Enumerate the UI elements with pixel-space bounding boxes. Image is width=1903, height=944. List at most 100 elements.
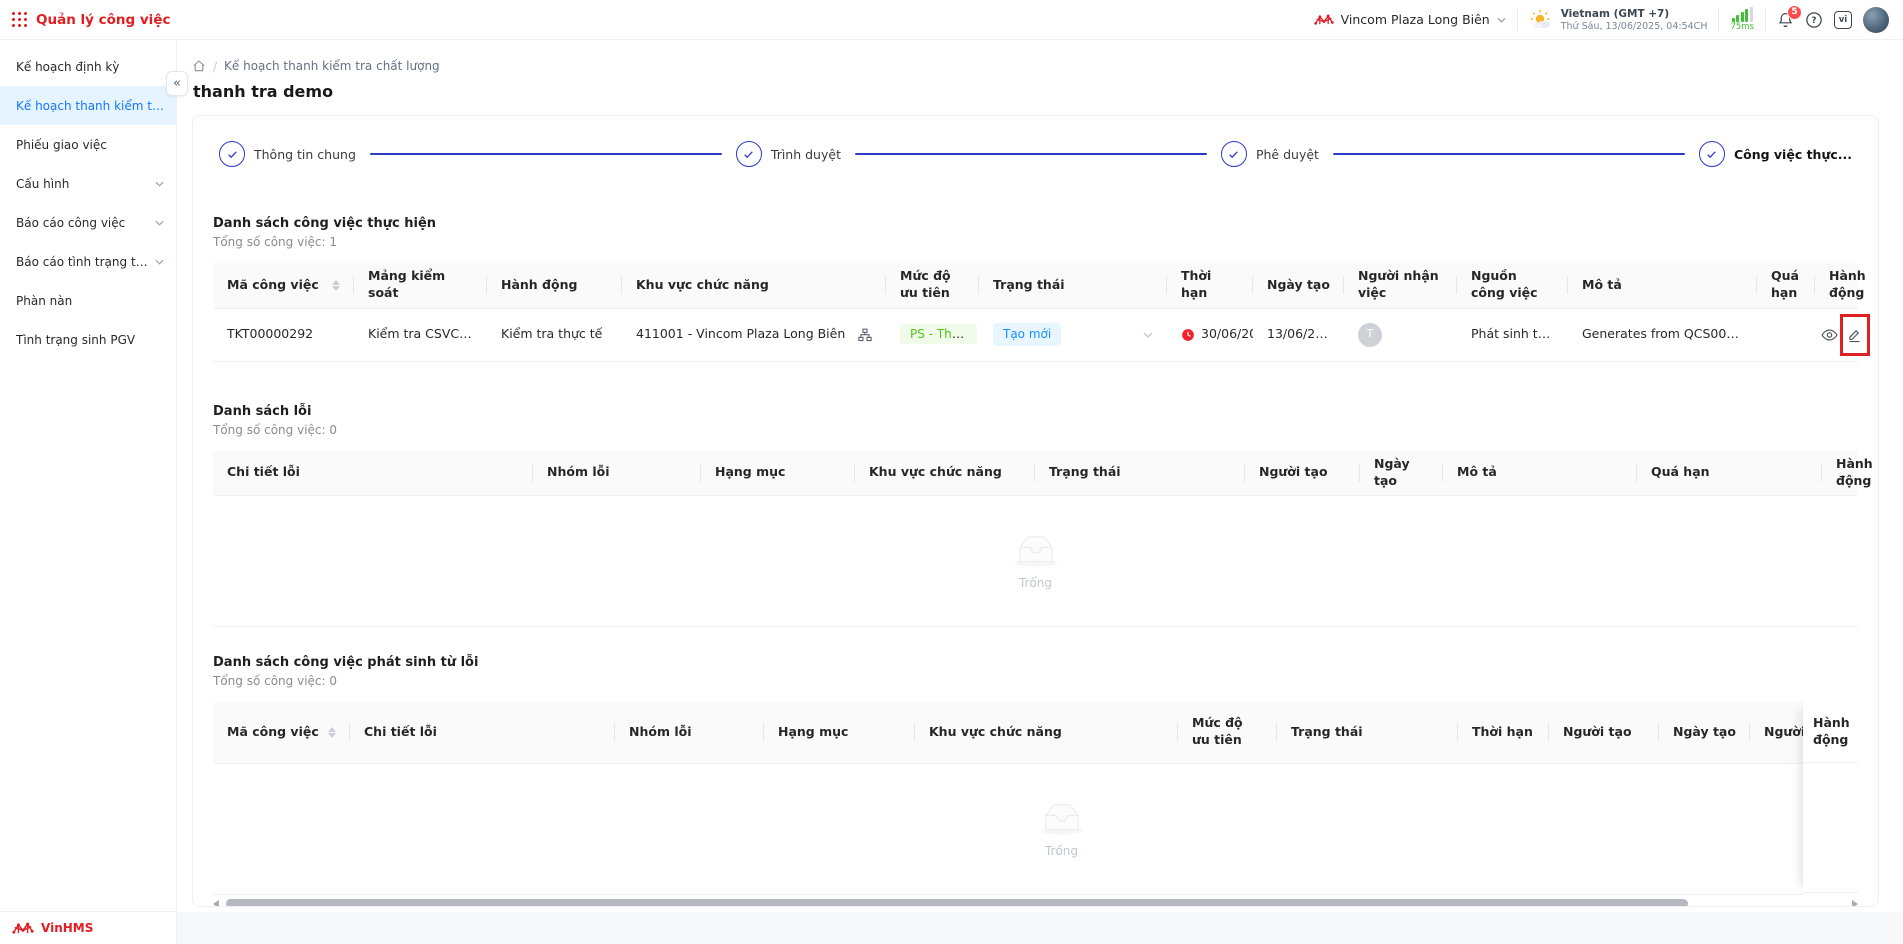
status-badge[interactable]: Tạo mới — [993, 323, 1061, 345]
check-circle-icon — [219, 141, 245, 167]
app-menu-grid-icon[interactable] — [12, 12, 27, 27]
question-circle-icon: ? — [1805, 11, 1823, 29]
col-ma-cong-viec[interactable]: Mã công việc — [213, 702, 350, 763]
col-ngay-tao: Ngày tạo — [1253, 263, 1344, 308]
col-actions: Hành động — [1822, 451, 1858, 496]
empty-inbox-icon — [1036, 798, 1088, 836]
vinhms-logo-icon — [12, 920, 34, 937]
cell-status: Tạo mới — [979, 308, 1167, 361]
cell-assignee: T — [1344, 308, 1457, 361]
chevron-down-icon — [1497, 17, 1506, 23]
col-mo-ta: Mô tả — [1443, 451, 1637, 496]
section-title: Danh sách lỗi — [213, 404, 1858, 419]
cell-created-date: 13/06/2025 — [1253, 308, 1344, 361]
empty-state: Trống — [213, 496, 1858, 626]
home-icon[interactable] — [192, 59, 206, 73]
overdue-clock-icon — [1181, 328, 1195, 342]
sidebar-item-bao-cao-cong-viec[interactable]: Báo cáo công việc — [0, 203, 176, 242]
assignee-avatar[interactable]: T — [1358, 323, 1382, 347]
col-qua-han: Quá hạn — [1757, 263, 1815, 308]
check-circle-icon — [1699, 141, 1725, 167]
col-nguoi-tao: Người tạo — [1245, 451, 1360, 496]
empty-label: Trống — [1019, 575, 1052, 591]
step-trinh-duyet[interactable]: Trình duyệt — [736, 141, 841, 167]
col-mo-ta: Mô tả — [1568, 263, 1757, 308]
col-nguon-cong-viec: Nguồn công việc — [1457, 263, 1568, 308]
priority-badge: PS - Thấp — [900, 324, 977, 344]
sitemap-icon[interactable] — [858, 328, 872, 342]
empty-label: Trống — [1045, 843, 1078, 859]
tasks-table: Mã công việc Mảng kiểm soát Hành động Kh… — [213, 263, 1858, 362]
view-eye-icon[interactable] — [1821, 328, 1838, 342]
cell-overdue — [1757, 308, 1815, 361]
sidebar-item-phan-nan[interactable]: Phàn nàn — [0, 281, 176, 320]
network-status: 75ms — [1730, 7, 1754, 32]
col-actions: Hành động — [1803, 702, 1858, 763]
edit-pencil-icon[interactable] — [1847, 327, 1862, 343]
col-chi-tiet-loi: Chi tiết lỗi — [213, 451, 533, 496]
check-circle-icon — [736, 141, 762, 167]
step-phe-duyet[interactable]: Phê duyệt — [1221, 141, 1319, 167]
help-button[interactable]: ? — [1805, 11, 1823, 29]
page-title: thanh tra demo — [193, 82, 1879, 101]
sidebar-item-ke-hoach-dinh-ky[interactable]: Kế hoạch định kỳ — [0, 47, 176, 86]
error-tasks-table: Mã công việc Chi tiết lỗi Nhóm lỗi Hạng … — [213, 702, 1858, 895]
cell-functional-area: 411001 - Vincom Plaza Long Biên — [622, 308, 886, 361]
breadcrumb-item[interactable]: Kế hoạch thanh kiểm tra chất lượng — [224, 59, 440, 73]
cell-action: Kiểm tra thực tế — [487, 308, 622, 361]
language-switcher[interactable]: vi — [1834, 11, 1852, 29]
breadcrumb-separator — [213, 59, 217, 74]
col-khu-vuc-chuc-nang: Khu vực chức năng — [622, 263, 886, 308]
sidebar-item-tinh-trang-sinh-pgv[interactable]: Tình trạng sinh PGV — [0, 320, 176, 359]
col-trang-thai: Trạng thái — [1277, 702, 1458, 763]
sun-cloud-icon — [1529, 9, 1553, 31]
step-connector — [1333, 153, 1685, 155]
step-thong-tin-chung[interactable]: Thông tin chung — [219, 141, 356, 167]
signal-bars-icon — [1732, 7, 1753, 22]
cell-due-date: 30/06/2025 — [1167, 308, 1253, 361]
step-cong-viec-thuc-hien[interactable]: Công việc thực... — [1699, 141, 1852, 167]
sort-icon[interactable] — [332, 280, 340, 291]
notifications-button[interactable]: 5 — [1777, 11, 1794, 29]
col-nguoi-tao: Người tạo — [1549, 702, 1659, 763]
scrollbar-thumb[interactable] — [226, 899, 1688, 907]
weather-widget: Vietnam (GMT +7) Thứ Sáu, 13/06/2025, 04… — [1529, 8, 1708, 32]
sidebar-item-bao-cao-tinh-trang[interactable]: Báo cáo tình trạng thực hiện — [0, 242, 176, 281]
main-area: Kế hoạch thanh kiểm tra chất lượng thanh… — [177, 40, 1903, 944]
cell-description: Generates from QCS00000445, Kiế... — [1568, 308, 1757, 361]
property-name: Vincom Plaza Long Biên — [1341, 12, 1490, 27]
section-subtitle: Tổng số công việc: 1 — [213, 235, 1858, 249]
table-row: TKT00000292 Kiểm tra CSVC- CLDV Kiểm tra… — [213, 308, 1858, 361]
chevron-down-icon — [155, 259, 164, 265]
scroll-left-arrow[interactable] — [213, 900, 219, 908]
cell-task-code: TKT00000292 — [213, 308, 354, 361]
sidebar-item-ke-hoach-thanh-kiem-tra[interactable]: Kế hoạch thanh kiểm tra chất... — [0, 86, 176, 125]
divider — [1718, 9, 1719, 31]
col-thoi-han: Thời hạn — [1167, 263, 1253, 308]
cell-actions — [1815, 308, 1858, 361]
col-ma-cong-viec[interactable]: Mã công việc — [213, 263, 354, 308]
scroll-right-arrow[interactable] — [1852, 900, 1858, 908]
datetime-label: Thứ Sáu, 13/06/2025, 04:54CH — [1561, 21, 1708, 32]
section-error-tasks: Danh sách công việc phát sinh từ lỗi Tổn… — [213, 655, 1858, 907]
content-panel: Kế hoạch thanh kiểm tra chất lượng thanh… — [177, 40, 1903, 912]
sidebar: Kế hoạch định kỳ Kế hoạch thanh kiểm tra… — [0, 40, 177, 944]
fixed-actions-column: Hành động — [1803, 702, 1858, 895]
col-muc-do-uu-tien: Mức độ ưu tiên — [886, 263, 979, 308]
user-avatar[interactable] — [1863, 7, 1889, 33]
svg-text:?: ? — [1812, 16, 1817, 26]
section-title: Danh sách công việc phát sinh từ lỗi — [213, 655, 1858, 670]
sidebar-item-cau-hinh[interactable]: Cấu hình — [0, 164, 176, 203]
property-selector[interactable]: Vincom Plaza Long Biên — [1314, 12, 1506, 28]
sort-icon[interactable] — [328, 727, 336, 738]
sidebar-collapse-button[interactable] — [166, 71, 188, 96]
cell-control-area: Kiểm tra CSVC- CLDV — [354, 308, 487, 361]
col-khu-vuc-chuc-nang: Khu vực chức năng — [915, 702, 1178, 763]
col-khu-vuc-chuc-nang: Khu vực chức năng — [855, 451, 1035, 496]
scrollbar-track[interactable] — [222, 899, 1849, 907]
col-actions: Hành động — [1815, 263, 1858, 308]
select-chevron-icon[interactable] — [1143, 332, 1153, 338]
sidebar-item-phieu-giao-viec[interactable]: Phiếu giao việc — [0, 125, 176, 164]
workflow-stepper: Thông tin chung Trình duyệt Phê duyệt Cô… — [213, 138, 1858, 170]
divider — [1765, 9, 1766, 31]
